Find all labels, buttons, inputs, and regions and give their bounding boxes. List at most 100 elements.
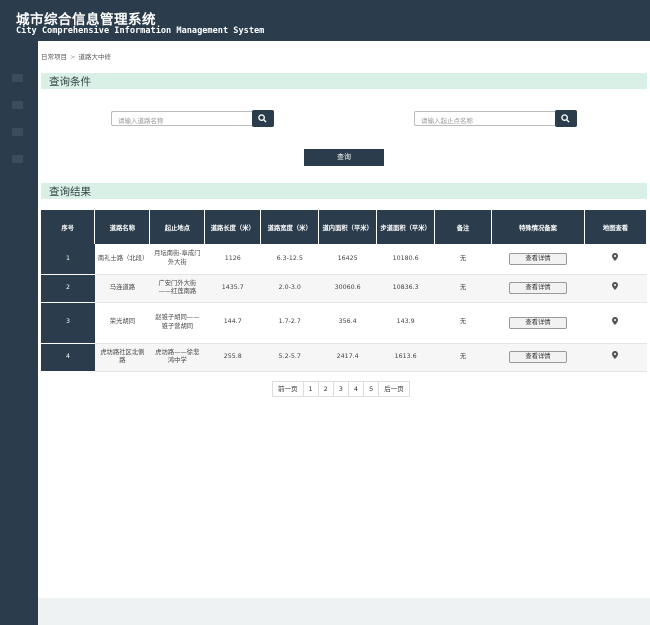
detail-cell: 查看详情 [491, 343, 585, 372]
inner-area-cell: 2417.4 [318, 343, 377, 372]
table-row: 4 虎坊路社区北侧路 虎坊路——徐悲鸿中学 255.8 5.2-5.7 2417… [41, 343, 647, 372]
map-pin-icon [612, 316, 619, 325]
results-table: 序号 道路名称 起止地点 道路长度（米） 道路宽度（米） 道内面积（平米） 步道… [41, 210, 648, 372]
query-button[interactable]: 查询 [304, 149, 384, 166]
map-cell [584, 274, 647, 303]
detail-cell: 查看详情 [491, 244, 585, 275]
note-cell: 无 [434, 274, 492, 303]
breadcrumb-item[interactable]: 日常项目 [41, 53, 67, 61]
row-index: 1 [41, 244, 95, 275]
width-cell: 2.0-3.0 [260, 274, 319, 303]
map-view-button[interactable] [602, 347, 628, 363]
location-cell: 月坛南街-阜成门外大街 [149, 244, 205, 275]
width-cell: 5.2-5.7 [260, 343, 319, 372]
sidebar-menu-icon[interactable] [12, 74, 23, 82]
column-header: 序号 [41, 210, 96, 244]
road-name-cell: 南礼士路（北段） [94, 244, 150, 275]
sidebar-menu-icon[interactable] [12, 155, 23, 163]
column-header: 道路长度（米） [204, 210, 262, 244]
walk-area-cell: 10180.6 [376, 244, 435, 275]
next-page-button[interactable]: 后一页 [379, 382, 409, 396]
breadcrumb: 日常项目 > 道路大中修 [41, 51, 111, 61]
walk-area-cell: 143.9 [376, 302, 435, 344]
map-view-button[interactable] [602, 312, 629, 329]
road-name-search-button[interactable] [252, 110, 274, 127]
sidebar-menu-icon[interactable] [12, 101, 23, 109]
map-view-button[interactable] [602, 249, 629, 265]
length-cell: 1435.7 [204, 274, 261, 303]
length-cell: 1126 [204, 244, 261, 275]
walk-area-cell: 1613.6 [376, 343, 435, 372]
location-cell: 广安门外大街——红莲南路 [149, 274, 205, 303]
road-name-cell: 马连道路 [94, 274, 150, 303]
page-button[interactable]: 4 [349, 382, 365, 396]
column-header: 道路名称 [94, 210, 151, 244]
map-pin-icon [612, 253, 619, 261]
page-button[interactable]: 5 [364, 382, 380, 396]
location-cell: 赵锥子胡同——锥子营胡同 [149, 302, 205, 344]
detail-cell: 查看详情 [491, 302, 585, 344]
table-header-row: 序号 道路名称 起止地点 道路长度（米） 道路宽度（米） 道内面积（平米） 步道… [41, 210, 648, 244]
app-header: 城市综合信息管理系统 City Comprehensive Informatio… [0, 0, 650, 41]
inner-area-cell: 356.4 [318, 302, 377, 344]
location-cell: 虎坊路——徐悲鸿中学 [149, 343, 205, 372]
note-cell: 无 [434, 244, 492, 275]
row-index: 4 [41, 343, 95, 372]
road-name-cell: 虎坊路社区北侧路 [94, 343, 150, 372]
query-section-header: 查询条件 [41, 73, 647, 89]
column-header: 道路宽度（米） [260, 210, 320, 244]
map-pin-icon [612, 282, 619, 291]
view-details-button[interactable]: 查看详情 [508, 282, 567, 294]
map-cell [584, 343, 647, 372]
page-button[interactable]: 2 [319, 382, 334, 396]
length-cell: 255.8 [204, 343, 261, 372]
prev-page-button[interactable]: 前一页 [273, 382, 304, 396]
length-cell: 144.7 [204, 302, 261, 344]
page-button[interactable]: 1 [304, 382, 319, 396]
app-subtitle: City Comprehensive Information Managemen… [16, 26, 265, 36]
column-header: 特殊情况备案 [491, 210, 585, 244]
column-header: 步道面积（平米） [376, 210, 436, 244]
table-row: 2 马连道路 广安门外大街——红莲南路 1435.7 2.0-3.0 30060… [41, 274, 647, 303]
inner-area-cell: 16425 [318, 244, 377, 275]
width-cell: 6.3-12.5 [260, 244, 319, 275]
road-name-cell: 荣光胡同 [94, 302, 150, 344]
results-section-title: 查询结果 [49, 186, 91, 198]
walk-area-cell: 10836.3 [376, 274, 435, 303]
column-header: 地图查看 [584, 210, 648, 244]
view-details-button[interactable]: 查看详情 [508, 316, 567, 329]
footer [38, 598, 650, 625]
width-cell: 1.7-2.7 [260, 302, 319, 344]
inner-area-cell: 30060.6 [318, 274, 377, 303]
column-header: 备注 [434, 210, 493, 244]
page-button[interactable]: 3 [334, 382, 349, 396]
column-header: 道内面积（平米） [318, 210, 378, 244]
column-header: 起止地点 [149, 210, 206, 244]
view-details-button[interactable]: 查看详情 [508, 351, 567, 363]
pagination: 前一页 1 2 3 4 5 后一页 [272, 381, 410, 397]
note-cell: 无 [434, 302, 492, 344]
row-index: 3 [41, 302, 95, 344]
table-row: 3 荣光胡同 赵锥子胡同——锥子营胡同 144.7 1.7-2.7 356.4 … [41, 302, 647, 344]
view-details-button[interactable]: 查看详情 [508, 252, 567, 265]
search-icon [258, 114, 267, 123]
map-view-button[interactable] [602, 278, 628, 294]
map-cell [584, 244, 647, 275]
sidebar-menu-icon[interactable] [12, 128, 23, 136]
sidebar [0, 41, 38, 625]
table-row: 1 南礼士路（北段） 月坛南街-阜成门外大街 1126 6.3-12.5 164… [41, 244, 647, 275]
location-search-button[interactable] [555, 110, 577, 127]
breadcrumb-separator: > [70, 53, 76, 61]
main-content: 日常项目 > 道路大中修 查询条件 请输入道路名称 请输入起止点名称 查询 查询结果… [38, 41, 650, 625]
query-section-title: 查询条件 [49, 76, 91, 88]
road-name-search-input[interactable]: 请输入道路名称 [111, 111, 253, 126]
app-title: 城市综合信息管理系统 [16, 12, 156, 28]
map-pin-icon [612, 351, 619, 360]
detail-cell: 查看详情 [491, 274, 585, 303]
location-search-input[interactable]: 请输入起止点名称 [414, 111, 556, 126]
map-cell [584, 302, 647, 344]
note-cell: 无 [434, 343, 492, 372]
breadcrumb-item[interactable]: 道路大中修 [78, 53, 111, 61]
row-index: 2 [41, 274, 95, 303]
results-section-header: 查询结果 [41, 183, 647, 199]
